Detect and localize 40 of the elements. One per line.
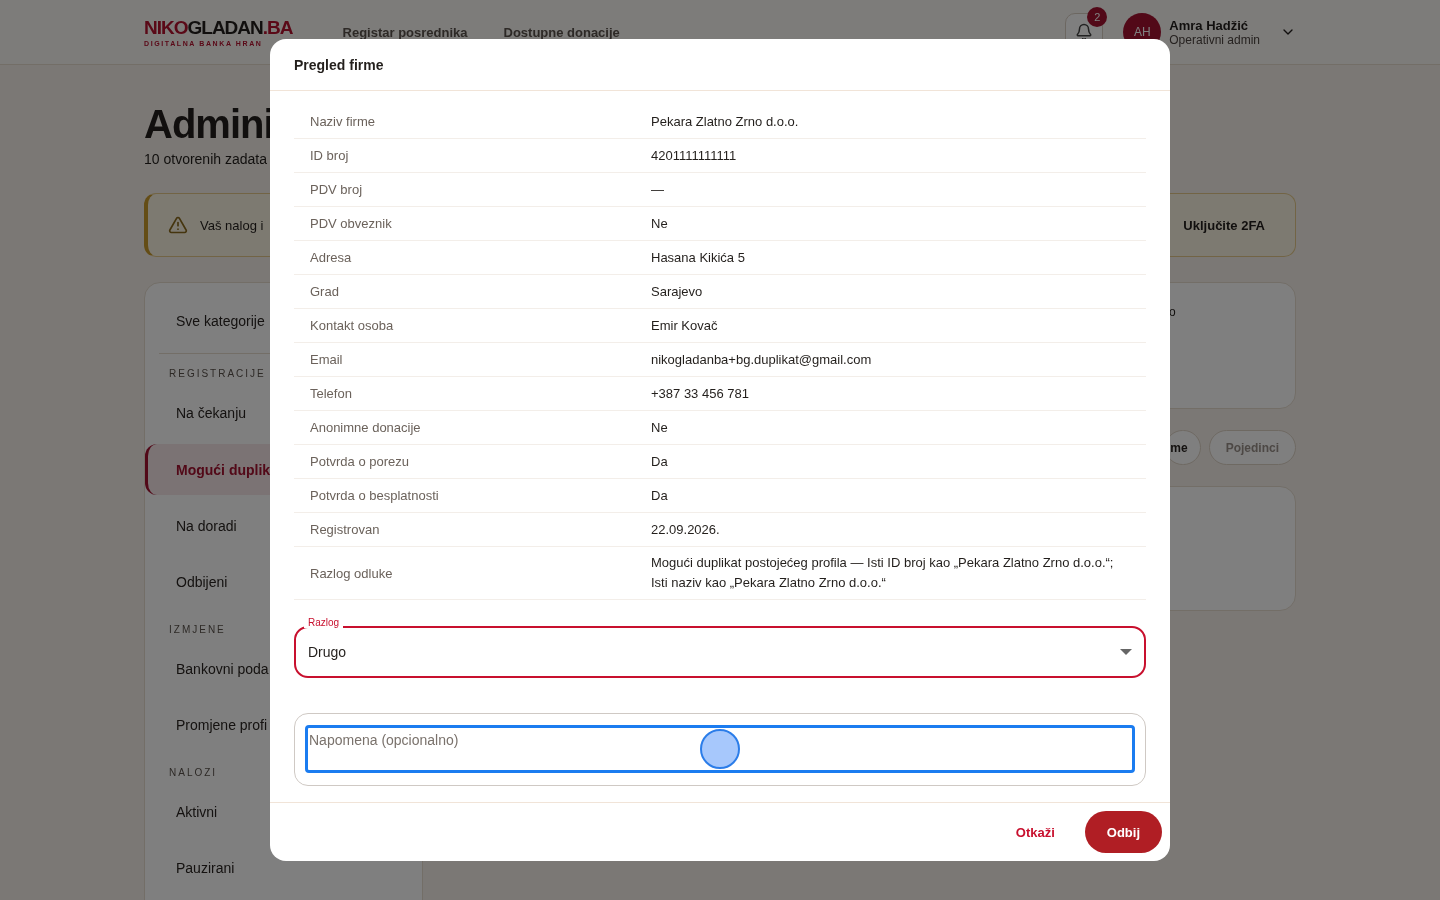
user-name: Amra Hadžić [1169,17,1250,33]
banner-text: Vaš nalog i [200,217,264,233]
detail-label: Email [310,352,344,367]
detail-value: Ne [651,214,669,233]
detail-value: Da [651,486,669,505]
page-title: Admini [144,101,268,147]
detail-label: Telefon [310,386,353,401]
detail-value: Sarajevo [651,282,704,301]
user-role: Operativni admin [1169,32,1260,47]
sidebar-heading: NALOZI [168,766,218,780]
detail-label: Razlog odluke [310,565,394,581]
detail-value: Pekara Zlatno Zrno d.o.o. [651,112,800,131]
sidebar-heading: REGISTRACIJE [168,367,266,381]
detail-value: — [651,180,665,199]
detail-value: nikogladanba+bg.duplikat@gmail.com [651,350,873,369]
detail-label: Kontakt osoba [310,318,395,333]
detail-label: PDV broj [310,182,364,197]
detail-label: Grad [310,284,340,299]
field-label: Razlog [304,617,344,628]
page-subtitle: 10 otvorenih zadata [144,151,268,167]
detail-label: Registrovan [310,522,381,537]
dialog-title: Pregled firme [270,39,1170,91]
detail-value: Hasana Kikića 5 [651,248,746,267]
detail-value: Ne [651,418,669,437]
sidebar-heading: IZMJENE [168,623,226,637]
detail-value: Mogući duplikat postojećeg profila — Isti ID broj kao „Pekara Zlatno Zrno d.o.o.“; Isti naziv kao „Pekara Zlatno Zrno d.o.o.“ [651,554,1115,592]
detail-label: Naziv firme [310,114,376,129]
detail-value: Da [651,452,669,471]
detail-label: PDV obveznik [310,216,393,231]
detail-label: Adresa [310,250,353,265]
detail-value: Emir Kovač [651,316,719,335]
detail-label: Potvrda o besplatnosti [310,488,440,503]
card-text: o [1169,305,1176,321]
detail-label: Potvrda o porezu [310,454,410,469]
detail-value: 22.09.2026. [651,520,721,539]
notification-count: 2 [1087,7,1108,27]
detail-label: ID broj [310,148,350,163]
detail-value: 4201111111111 [651,146,738,165]
detail-label: Anonimne donacije [310,420,422,435]
detail-value: +387 33 456 781 [651,384,750,403]
